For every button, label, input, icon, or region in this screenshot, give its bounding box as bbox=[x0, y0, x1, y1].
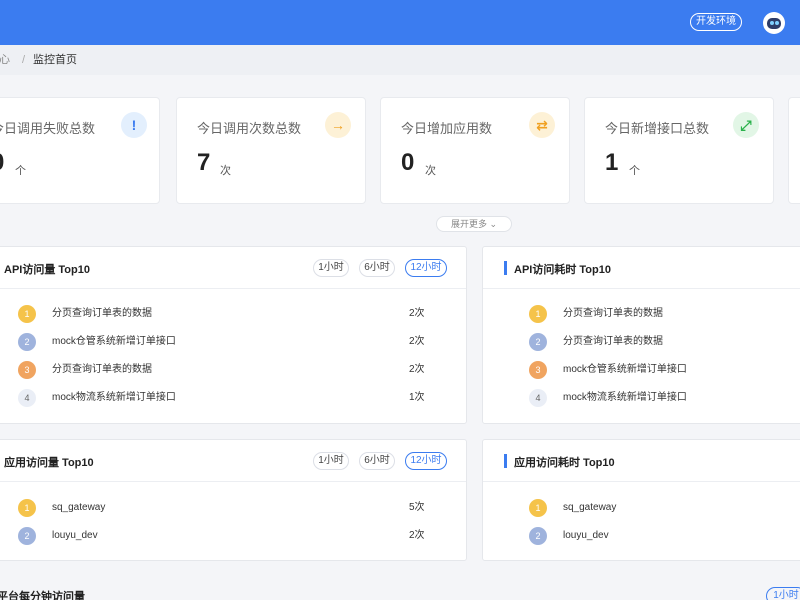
stat-value: 0 bbox=[0, 149, 4, 177]
accent-bar bbox=[504, 261, 507, 275]
row-count: 2次 bbox=[409, 530, 425, 541]
row-name: mock仓管系统新增订单接口 bbox=[52, 336, 176, 347]
stat-card-interfaces: 今日新增接口总数 ⤢ 1 个 bbox=[584, 97, 774, 204]
row-name: 分页查询订单表的数据 bbox=[563, 336, 663, 347]
rank-badge: 2 bbox=[529, 333, 547, 351]
list-item[interactable]: 4 mock物流系统新增订单接口 bbox=[483, 384, 800, 412]
list-item[interactable]: 2 mock仓管系统新增订单接口 2次 bbox=[0, 328, 466, 356]
accent-bar bbox=[504, 454, 507, 468]
rank-badge: 1 bbox=[529, 499, 547, 517]
exchange-icon: ⇄ bbox=[529, 112, 555, 138]
stat-value: 1 bbox=[605, 149, 619, 176]
stat-card-failures: 今日调用失败总数 ! 0 个 bbox=[0, 97, 160, 204]
rank-badge: 2 bbox=[18, 333, 36, 351]
list-item[interactable]: 2 louyu_dev 2次 bbox=[0, 522, 466, 550]
panel-app-visits: 应用访问量 Top10 1小时 6小时 12小时 1 sq_gateway 5次… bbox=[0, 439, 467, 561]
rank-badge: 4 bbox=[18, 389, 36, 407]
rank-badge: 2 bbox=[18, 527, 36, 545]
panel-title: 应用访问量 Top10 bbox=[4, 457, 94, 469]
rank-badge: 1 bbox=[18, 305, 36, 323]
list-item[interactable]: 1 分页查询订单表的数据 2次 bbox=[0, 300, 466, 328]
chevron-down-icon: ⌄ bbox=[489, 219, 498, 229]
row-name: mock物流系统新增订单接口 bbox=[563, 392, 687, 403]
panel-title: API访问量 Top10 bbox=[4, 264, 90, 276]
list-item[interactable]: 1 分页查询订单表的数据 bbox=[483, 300, 800, 328]
stat-unit: 次 bbox=[425, 165, 436, 177]
list-item[interactable]: 2 分页查询订单表的数据 bbox=[483, 328, 800, 356]
stat-label: 今日调用失败总数 bbox=[0, 121, 96, 136]
divider bbox=[483, 288, 800, 289]
row-name: louyu_dev bbox=[52, 530, 98, 541]
expand-more-label: 展开更多 bbox=[450, 219, 487, 229]
panel-app-latency: 应用访问耗时 Top10 1 sq_gateway 2 louyu_dev bbox=[482, 439, 800, 561]
panel-api-latency: API访问耗时 Top10 1 分页查询订单表的数据 2 分页查询订单表的数据 … bbox=[482, 246, 800, 424]
exclamation-icon: ! bbox=[121, 112, 147, 138]
avatar-face bbox=[767, 18, 781, 29]
robot-avatar-icon[interactable] bbox=[763, 12, 785, 34]
rank-badge: 1 bbox=[529, 305, 547, 323]
stat-unit: 个 bbox=[15, 165, 26, 177]
row-name: 分页查询订单表的数据 bbox=[563, 308, 663, 319]
filter-6h[interactable]: 6小时 bbox=[359, 259, 395, 277]
stat-card-apps: 今日增加应用数 ⇄ 0 次 bbox=[380, 97, 570, 204]
stat-unit: 个 bbox=[629, 165, 640, 177]
list-item[interactable]: 3 分页查询订单表的数据 2次 bbox=[0, 356, 466, 384]
filter-1h-bottom[interactable]: 1小时 bbox=[766, 587, 800, 600]
row-count: 2次 bbox=[409, 336, 425, 347]
list-item[interactable]: 4 mock物流系统新增订单接口 1次 bbox=[0, 384, 466, 412]
stat-card-calls: 今日调用次数总数 → 7 次 bbox=[176, 97, 366, 204]
breadcrumb: 中心 / 监控首页 bbox=[0, 45, 800, 75]
breadcrumb-parent-link[interactable]: 中心 bbox=[0, 45, 10, 75]
filter-6h[interactable]: 6小时 bbox=[359, 452, 395, 470]
expand-more-button[interactable]: 展开更多 ⌄ bbox=[436, 216, 512, 232]
rank-badge: 1 bbox=[18, 499, 36, 517]
divider bbox=[0, 481, 466, 482]
row-count: 2次 bbox=[409, 308, 425, 319]
stat-label: 今日新增接口总数 bbox=[605, 121, 710, 136]
list-item[interactable]: 1 sq_gateway bbox=[483, 494, 800, 522]
divider bbox=[483, 481, 800, 482]
rank-badge: 4 bbox=[529, 389, 547, 407]
breadcrumb-current: 监控首页 bbox=[33, 54, 77, 66]
list-item[interactable]: 3 mock仓管系统新增订单接口 bbox=[483, 356, 800, 384]
panel-api-visits: API访问量 Top10 1小时 6小时 12小时 1 分页查询订单表的数据 2… bbox=[0, 246, 467, 424]
filter-1h[interactable]: 1小时 bbox=[313, 452, 349, 470]
row-name: mock物流系统新增订单接口 bbox=[52, 392, 176, 403]
stat-unit: 次 bbox=[220, 165, 231, 177]
row-name: 分页查询订单表的数据 bbox=[52, 364, 152, 375]
stat-card-partial bbox=[788, 97, 800, 204]
filter-12h[interactable]: 12小时 bbox=[405, 452, 447, 470]
top-navigation-bar: 开发环境 bbox=[0, 0, 800, 45]
rank-badge: 3 bbox=[529, 361, 547, 379]
filter-1h[interactable]: 1小时 bbox=[313, 259, 349, 277]
expand-arrows-icon: ⤢ bbox=[733, 112, 759, 138]
rank-badge: 2 bbox=[529, 527, 547, 545]
breadcrumb-separator: / bbox=[22, 54, 26, 66]
rank-badge: 3 bbox=[18, 361, 36, 379]
stat-value: 7 bbox=[197, 149, 211, 176]
avatar-eye-left bbox=[770, 21, 774, 25]
row-count: 5次 bbox=[409, 502, 425, 513]
row-name: 分页查询订单表的数据 bbox=[52, 308, 152, 319]
stat-value: 0 bbox=[401, 149, 415, 176]
row-name: sq_gateway bbox=[52, 502, 106, 513]
row-name: mock仓管系统新增订单接口 bbox=[563, 364, 687, 375]
environment-button[interactable]: 开发环境 bbox=[690, 13, 742, 31]
row-name: sq_gateway bbox=[563, 502, 617, 513]
panel-title: API访问耗时 Top10 bbox=[514, 264, 611, 276]
row-count: 1次 bbox=[409, 392, 425, 403]
row-name: louyu_dev bbox=[563, 530, 609, 541]
stat-label: 今日增加应用数 bbox=[401, 121, 493, 136]
stat-label: 今日调用次数总数 bbox=[197, 121, 302, 136]
avatar-eye-right bbox=[775, 21, 779, 25]
divider bbox=[0, 288, 466, 289]
section-title-per-minute: 平台每分钟访问量 bbox=[0, 591, 85, 600]
row-count: 2次 bbox=[409, 364, 425, 375]
filter-12h[interactable]: 12小时 bbox=[405, 259, 447, 277]
list-item[interactable]: 1 sq_gateway 5次 bbox=[0, 494, 466, 522]
list-item[interactable]: 2 louyu_dev bbox=[483, 522, 800, 550]
panel-title: 应用访问耗时 Top10 bbox=[514, 457, 615, 469]
arrow-right-icon: → bbox=[325, 112, 351, 138]
